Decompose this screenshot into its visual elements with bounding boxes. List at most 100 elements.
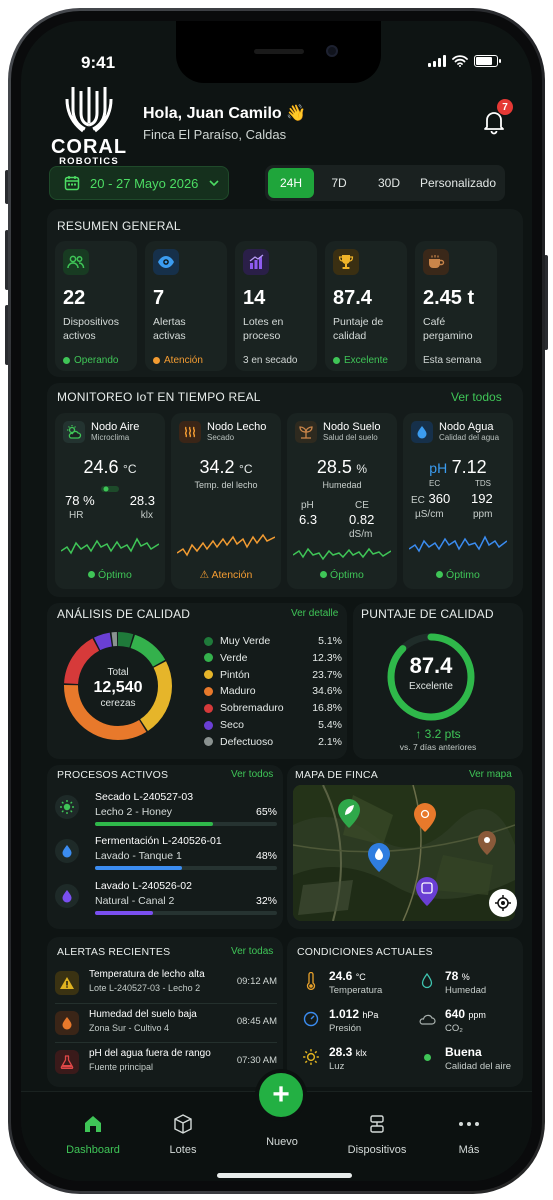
range-custom[interactable]: Personalizado [414, 168, 502, 198]
legend-pct: 23.7% [312, 668, 342, 681]
logo-mark-icon [65, 87, 113, 133]
node-soil-card[interactable]: Nodo Suelo Salud del suelo 28.5 % Humedad… [287, 413, 397, 589]
quality-title: ANÁLISIS DE CALIDAD [57, 607, 191, 621]
node-status: Óptimo [287, 569, 397, 581]
node-name: Nodo Agua [439, 421, 494, 433]
status-icons [428, 55, 501, 67]
alert-time: 08:45 AM [236, 1016, 277, 1027]
date-range-picker[interactable]: 20 - 27 Mayo 2026 [49, 166, 229, 200]
nav-dashboard[interactable]: Dashboard [53, 1112, 133, 1156]
score-delta-sub: vs. 7 días anteriores [399, 742, 477, 752]
sun-icon [301, 1047, 321, 1067]
coral-robotics-logo[interactable]: CORAL ROBOTICS [47, 83, 131, 167]
alerts-view-all-link[interactable]: Ver todas [231, 946, 273, 957]
crosshair-icon [495, 895, 511, 911]
processes-view-all-link[interactable]: Ver todos [231, 769, 273, 780]
summary-label: Alertas activas [153, 316, 186, 342]
alert-sub: Lote L-240527-03 - Lecho 2 [89, 983, 201, 993]
node-ce-value: 0.82 [349, 512, 375, 527]
score-delta: ↑ 3.2 pts [415, 727, 461, 741]
thermometer-icon [301, 971, 321, 991]
legend-label: Verde [220, 651, 248, 664]
alert-title: Humedad del suelo baja [89, 1009, 197, 1020]
toggle-icon [101, 486, 119, 492]
node-water-card[interactable]: Nodo Agua Calidad del agua pH 7.12 EC EC … [403, 413, 513, 589]
dynamic-island [176, 21, 381, 83]
node-main-value: 28.5 [316, 457, 352, 477]
greeting: Hola, Juan Camilo 👋 [143, 105, 307, 122]
map-view-link[interactable]: Ver mapa [469, 769, 512, 780]
coffee-icon [423, 249, 449, 275]
nav-more[interactable]: Más [429, 1112, 509, 1156]
summary-devices[interactable]: 22 Dispositivos activos Operando [55, 241, 137, 371]
map-title: MAPA DE FINCA [295, 769, 378, 781]
drop-icon [55, 884, 79, 908]
legend-pct: 12.3% [312, 651, 342, 664]
condition-air-quality: Buena Calidad del aire [417, 1045, 527, 1077]
process-progress [95, 866, 277, 870]
farm-map[interactable] [293, 785, 515, 921]
node-metric-label: Humedad [322, 480, 362, 490]
alert-sub: Fuente principal [89, 1062, 154, 1072]
node-main-value: 24.6 [83, 457, 119, 477]
condition-co2: 640 ppm CO₂ [417, 1007, 527, 1039]
new-button[interactable]: + [259, 1073, 303, 1117]
summary-status: Excelente [333, 355, 399, 366]
summary-coffee[interactable]: 2.45 t Café pergamino Esta semana [415, 241, 497, 371]
summary-value: 14 [243, 287, 266, 309]
process-item[interactable]: Secado L-240527-03 Lecho 2 - Honey 65% [55, 791, 277, 831]
trophy-icon [333, 249, 359, 275]
legend-item: Muy Verde 5.1% [204, 634, 342, 648]
summary-value: 87.4 [333, 287, 372, 309]
range-7d[interactable]: 7D [314, 168, 364, 198]
summary-quality[interactable]: 87.4 Puntaje de calidad Excelente [325, 241, 407, 371]
node-status: Óptimo [55, 569, 165, 581]
score-title: PUNTAJE DE CALIDAD [361, 607, 494, 621]
score-value: 87.4 [409, 653, 453, 678]
node-ph-label: pH [429, 460, 448, 476]
range-30d[interactable]: 30D [364, 168, 414, 198]
donut-center: Total 12,540 cerezas [59, 667, 177, 709]
process-progress [95, 911, 277, 915]
sparkline [177, 533, 275, 557]
nav-devices[interactable]: Dispositivos [337, 1112, 417, 1156]
summary-value: 2.45 t [423, 287, 475, 309]
processes-title: PROCESOS ACTIVOS [57, 769, 169, 781]
summary-alerts[interactable]: 7 Alertas activas Atención [145, 241, 227, 371]
locate-button[interactable] [489, 889, 517, 917]
quality-detail-link[interactable]: Ver detalle [291, 608, 338, 619]
range-24h[interactable]: 24H [268, 168, 314, 198]
node-tds-label: TDS [475, 479, 491, 488]
date-range-label: 20 - 27 Mayo 2026 [90, 175, 199, 191]
heat-icon [179, 421, 201, 443]
battery-icon [474, 55, 501, 67]
legend-label: Muy Verde [220, 635, 271, 647]
more-icon [429, 1112, 509, 1136]
alert-item[interactable]: pH del agua fuera de rango Fuente princi… [55, 1048, 277, 1082]
donut-total: 12,540 [93, 679, 143, 696]
eye-icon [153, 249, 179, 275]
brand-name: CORAL [50, 136, 128, 158]
alert-title: Temperatura de lecho alta [89, 969, 205, 980]
sparkline [61, 537, 159, 555]
legend-item: Pintón 23.7% [204, 668, 342, 682]
node-air-card[interactable]: Nodo Aire Microclima 24.6 °C 78 % HR 28.3… [55, 413, 165, 589]
sun-icon [55, 795, 79, 819]
nav-new[interactable]: Nuevo [242, 1136, 322, 1148]
donut-total-label: Total [107, 667, 129, 678]
summary-lots[interactable]: 14 Lotes en proceso 3 en secado [235, 241, 317, 371]
alert-item[interactable]: Humedad del suelo baja Zona Sur - Cultiv… [55, 1009, 277, 1043]
alert-item[interactable]: Temperatura de lecho alta Lote L-240527-… [55, 969, 277, 1003]
node-main-value: 7.12 [451, 457, 487, 477]
process-item[interactable]: Fermentación L-240526-01 Lavado - Tanque… [55, 835, 277, 875]
sparkline [293, 547, 391, 561]
process-item[interactable]: Lavado L-240526-02 Natural - Canal 2 32% [55, 880, 277, 920]
home-icon [53, 1112, 133, 1136]
node-bed-card[interactable]: Nodo Lecho Secado 34.2 °C Temp. del lecho… [171, 413, 281, 589]
cloud-sun-icon [63, 421, 85, 443]
nav-lots[interactable]: Lotes [143, 1112, 223, 1156]
legend-label: Pintón [220, 668, 250, 681]
iot-view-all-link[interactable]: Ver todos [451, 390, 502, 404]
process-progress [95, 822, 277, 826]
summary-status: Atención [153, 355, 219, 366]
